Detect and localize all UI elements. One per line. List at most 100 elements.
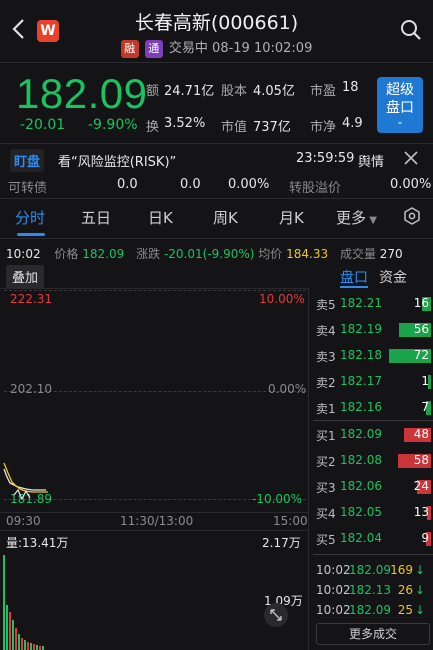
mcap-label: 市值 <box>221 120 248 135</box>
book-price: 182.05 <box>340 505 382 519</box>
bid-row[interactable]: 买5 182.04 9 <box>313 526 433 552</box>
volume-label: 量:13.41万 <box>6 536 69 550</box>
super-label-1: 超级 <box>386 82 414 98</box>
alert-time: 23:59:59 <box>296 151 355 166</box>
book-price: 182.06 <box>340 479 382 493</box>
book-qty: 9 <box>421 531 429 545</box>
shares-value: 4.05亿 <box>253 84 295 99</box>
alert-tail: 舆情 <box>358 155 385 170</box>
more-trades-button[interactable]: 更多成交 <box>316 623 430 645</box>
bid-row[interactable]: 买4 182.05 13 <box>313 500 433 526</box>
expand-icon[interactable] <box>264 603 288 627</box>
trade-row: 10:02 182.09 169 ↓ <box>313 563 433 583</box>
last-price: 182.09 <box>16 70 148 117</box>
ask-row[interactable]: 卖4 182.19 56 <box>313 317 433 343</box>
tab-orderbook[interactable]: 盘口 <box>340 267 368 287</box>
tab-weekly-k[interactable]: 周K <box>213 207 238 228</box>
shares-label: 股本 <box>221 84 248 99</box>
book-price: 182.18 <box>340 348 382 362</box>
book-qty: 56 <box>413 322 429 336</box>
pb-value: 4.9 <box>342 116 363 131</box>
trade-time: 10:02 <box>316 563 351 577</box>
bid-row[interactable]: 买3 182.06 24 <box>313 474 433 500</box>
book-level-label: 卖2 <box>316 376 336 390</box>
book-price: 182.08 <box>340 453 382 467</box>
connect-tag: 通 <box>144 39 163 58</box>
book-level-label: 买1 <box>316 429 336 443</box>
book-tab-indicator <box>340 286 368 288</box>
bond-v3: 0.00% <box>228 177 270 192</box>
y-high: 222.31 <box>10 292 52 306</box>
book-qty: 13 <box>413 505 429 519</box>
book-qty: 16 <box>413 296 429 310</box>
gear-icon[interactable] <box>403 207 421 225</box>
bid-row[interactable]: 买1 182.09 48 <box>313 422 433 448</box>
vol-max: 2.17万 <box>262 536 301 550</box>
chevron-down-icon: ⌄ <box>396 117 404 127</box>
info-price-label: 价格 <box>54 247 79 261</box>
turnover-value: 3.52% <box>164 116 206 131</box>
book-qty: 1 <box>421 374 429 388</box>
bond-v2: 0.0 <box>180 177 201 192</box>
super-label-2: 盘口 <box>386 100 414 116</box>
book-price: 182.04 <box>340 531 382 545</box>
crosshair-info: 10:02 价格 182.09 涨跌 -20.01(-9.90%) 均价 184… <box>6 245 403 262</box>
volume-bars <box>3 555 44 650</box>
tab-daily-k[interactable]: 日K <box>148 207 173 228</box>
watch-tag[interactable]: 盯盘 <box>10 149 45 172</box>
ask-row[interactable]: 卖3 182.18 72 <box>313 343 433 369</box>
tab-monthly-k[interactable]: 月K <box>279 207 304 228</box>
info-change-label: 涨跌 <box>136 247 161 261</box>
super-orderbook-button[interactable]: 超级 盘口 ⌄ <box>377 77 423 133</box>
bid-row[interactable]: 买2 182.08 58 <box>313 448 433 474</box>
ask-row[interactable]: 卖1 182.16 7 <box>313 395 433 421</box>
book-level-label: 卖1 <box>316 402 336 416</box>
arrow-down-icon: ↓ <box>414 563 425 577</box>
amount-value: 24.71亿 <box>164 84 215 99</box>
y-mid: 202.10 <box>10 382 52 396</box>
alert-text[interactable]: 看“风险监控(RISK)” <box>58 151 176 170</box>
tab-5day[interactable]: 五日 <box>81 207 111 228</box>
amount-label: 额 <box>146 84 160 99</box>
x-end: 15:00 <box>273 514 308 528</box>
pct-low: -10.00% <box>252 492 303 506</box>
info-avg: 184.33 <box>286 247 329 261</box>
pct-high: 10.00% <box>259 292 305 306</box>
book-price: 182.19 <box>340 322 382 336</box>
margin-tag: 融 <box>120 39 139 58</box>
tab-intraday[interactable]: 分时 <box>15 207 45 228</box>
tab-fund-flow[interactable]: 资金 <box>379 267 407 287</box>
trade-qty: 169 <box>390 563 413 577</box>
book-qty: 48 <box>413 427 429 441</box>
trade-time: 10:02 <box>316 583 351 597</box>
x-mid: 11:30/13:00 <box>120 514 194 528</box>
overlay-button[interactable]: 叠加 <box>6 265 45 288</box>
close-icon[interactable] <box>404 151 418 165</box>
trade-price: 182.09 <box>349 563 391 577</box>
arrow-down-icon: ↓ <box>414 583 425 597</box>
x-start: 09:30 <box>6 514 41 528</box>
trade-price: 182.09 <box>349 603 391 617</box>
info-time: 10:02 <box>6 247 41 261</box>
tab-more[interactable]: 更多 ▼ <box>336 207 377 228</box>
info-vol-label: 成交量 <box>339 247 376 261</box>
price-change: -20.01 <box>20 117 66 133</box>
arrow-down-icon: ↓ <box>414 603 425 617</box>
price-change-pct: -9.90% <box>88 117 138 133</box>
pe-label: 市盈 <box>310 84 337 99</box>
price-line <box>3 462 48 501</box>
tab-indicator <box>17 233 45 236</box>
book-level-label: 卖5 <box>316 298 336 312</box>
book-level-label: 买5 <box>316 533 336 547</box>
trade-price: 182.13 <box>349 583 391 597</box>
mcap-value: 737亿 <box>253 120 291 135</box>
trading-status: 融 通 交易中 08-19 10:02:09 <box>0 37 433 58</box>
book-level-label: 买3 <box>316 481 336 495</box>
ask-row[interactable]: 卖2 182.17 1 <box>313 369 433 395</box>
bond-v1: 0.0 <box>117 177 138 192</box>
ask-row[interactable]: 卖5 182.21 16 <box>313 291 433 317</box>
stock-title: 长春高新(000661) <box>134 12 299 34</box>
book-level-label: 买4 <box>316 507 336 521</box>
book-level-label: 卖3 <box>316 350 336 364</box>
search-icon[interactable] <box>399 18 423 42</box>
